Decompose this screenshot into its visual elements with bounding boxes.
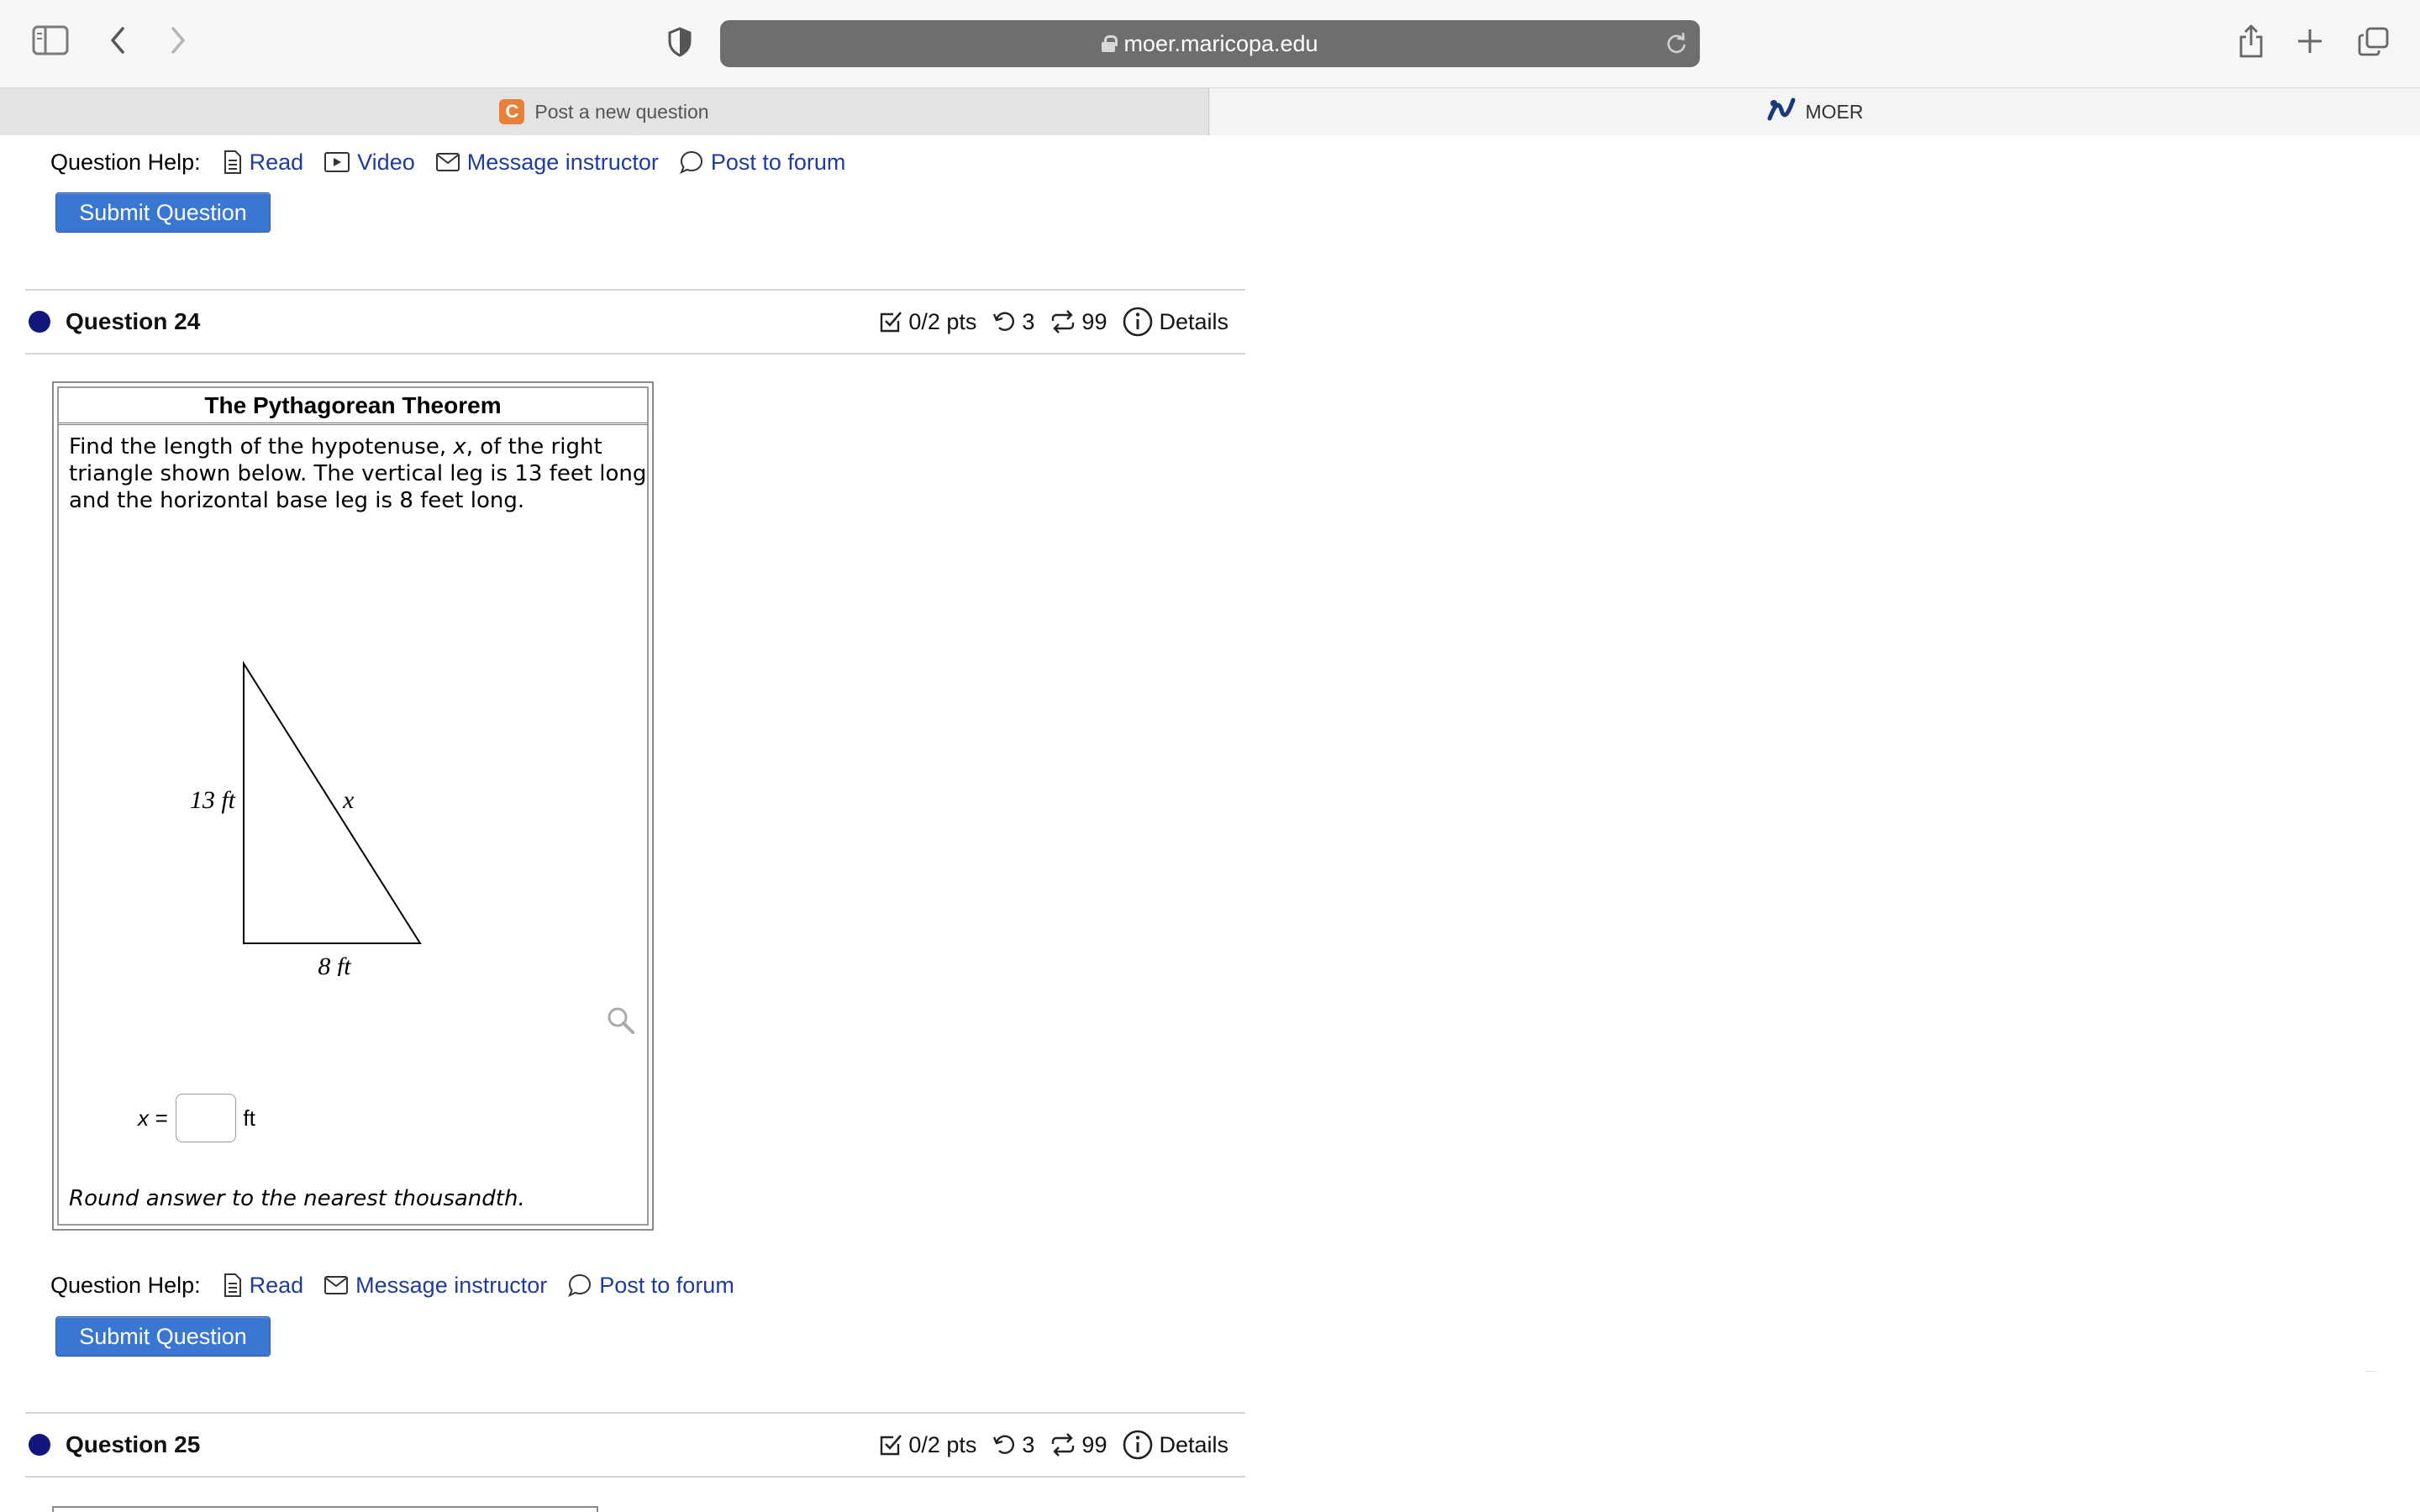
browser-toolbar: moer.maricopa.edu [0, 0, 2420, 87]
retries-indicator: 3 [992, 309, 1034, 335]
vertical-leg-label: 13 ft [190, 786, 236, 814]
triangle-shape [243, 660, 422, 944]
chegg-favicon-icon: C [499, 99, 525, 124]
sidebar-icon[interactable] [32, 25, 69, 55]
checkbox-icon [881, 312, 902, 333]
submit-question-button[interactable]: Submit Question [55, 1316, 271, 1357]
read-link[interactable]: Read [223, 150, 303, 176]
base-leg-label: 8 ft [318, 953, 351, 976]
new-tab-icon[interactable] [2296, 27, 2324, 55]
question-help-bottom: Question Help: Read Message instructor P… [50, 1270, 755, 1300]
repeat-icon [1052, 1433, 1075, 1457]
info-icon [1123, 307, 1153, 337]
lock-icon [1102, 35, 1118, 52]
problem-inner: The Pythagorean Theorem Find the length … [57, 386, 649, 1226]
video-icon [324, 152, 350, 172]
info-icon [1123, 1430, 1153, 1460]
url-text: moer.maricopa.edu [1123, 30, 1318, 56]
envelope-icon [435, 153, 460, 171]
problem-box: The Pythagorean Theorem Find the length … [52, 381, 654, 1231]
share-icon[interactable] [2237, 24, 2265, 59]
reload-icon[interactable] [1665, 32, 1688, 59]
retries-indicator: 3 [992, 1432, 1034, 1458]
details-button[interactable]: Details [1122, 306, 1228, 338]
speech-bubble-icon [568, 1273, 592, 1297]
back-icon[interactable] [108, 25, 128, 55]
right-triangle-figure: 13 ft x 8 ft [190, 660, 422, 976]
speech-bubble-icon [679, 150, 702, 174]
question-help-label: Question Help: [50, 149, 201, 175]
undo-icon [993, 1435, 1015, 1454]
undo-icon [993, 312, 1015, 331]
points-indicator: 0/2 pts [878, 1432, 976, 1458]
tab-overview-icon[interactable] [2358, 27, 2390, 57]
answer-input[interactable] [176, 1094, 237, 1142]
submit-question-button[interactable]: Submit Question [55, 192, 271, 233]
question-help-top: Question Help: Read Video Message instru… [50, 147, 865, 177]
video-link[interactable]: Video [324, 150, 415, 176]
question-meta: 0/2 pts 3 99 Details [870, 1429, 1228, 1461]
moer-favicon-icon [1767, 95, 1796, 129]
forward-icon[interactable] [168, 25, 188, 55]
question-meta: 0/2 pts 3 99 Details [870, 306, 1228, 338]
message-instructor-link[interactable]: Message instructor [435, 150, 659, 176]
question-status-dot [29, 1434, 50, 1456]
tab-moer[interactable]: MOER [1210, 88, 2420, 135]
document-icon [224, 1273, 241, 1297]
tab-label: MOER [1805, 100, 1864, 123]
answer-unit: ft [243, 1105, 255, 1131]
question-25-header: Question 25 0/2 pts 3 99 Details [25, 1412, 1245, 1478]
question-title: Question 24 [66, 308, 201, 334]
attempts-indicator: 99 [1050, 309, 1107, 335]
divider-mark [2366, 1371, 2376, 1372]
hypotenuse-label: x [342, 786, 355, 814]
checkbox-icon [881, 1435, 902, 1456]
question-status-dot [29, 311, 50, 333]
document-icon [224, 150, 241, 174]
tab-post-question[interactable]: C Post a new question [0, 88, 1209, 135]
tab-label: Post a new question [534, 100, 709, 123]
next-problem-box-top [52, 1506, 598, 1512]
question-help-label: Question Help: [50, 1272, 201, 1298]
envelope-icon [324, 1276, 349, 1294]
question-title: Question 25 [66, 1431, 201, 1457]
page-content: Question Help: Read Video Message instru… [0, 135, 2420, 1512]
privacy-shield-icon[interactable] [667, 27, 692, 57]
tab-bar: C Post a new question MOER [0, 87, 2420, 135]
answer-row: x = ft [138, 1094, 255, 1142]
question-24-header: Question 24 0/2 pts 3 99 Details [25, 289, 1245, 354]
attempts-indicator: 99 [1050, 1432, 1107, 1458]
answer-label: x = [138, 1105, 168, 1131]
message-instructor-link[interactable]: Message instructor [324, 1273, 547, 1299]
post-to-forum-link[interactable]: Post to forum [679, 150, 845, 176]
address-bar[interactable]: moer.maricopa.edu [720, 20, 1700, 67]
details-button[interactable]: Details [1122, 1429, 1228, 1461]
repeat-icon [1052, 310, 1075, 333]
read-link[interactable]: Read [223, 1273, 303, 1299]
rounding-note: Round answer to the nearest thousandth. [69, 1186, 525, 1211]
magnify-icon[interactable] [607, 1006, 635, 1038]
post-to-forum-link[interactable]: Post to forum [567, 1273, 734, 1299]
points-indicator: 0/2 pts [878, 309, 976, 335]
